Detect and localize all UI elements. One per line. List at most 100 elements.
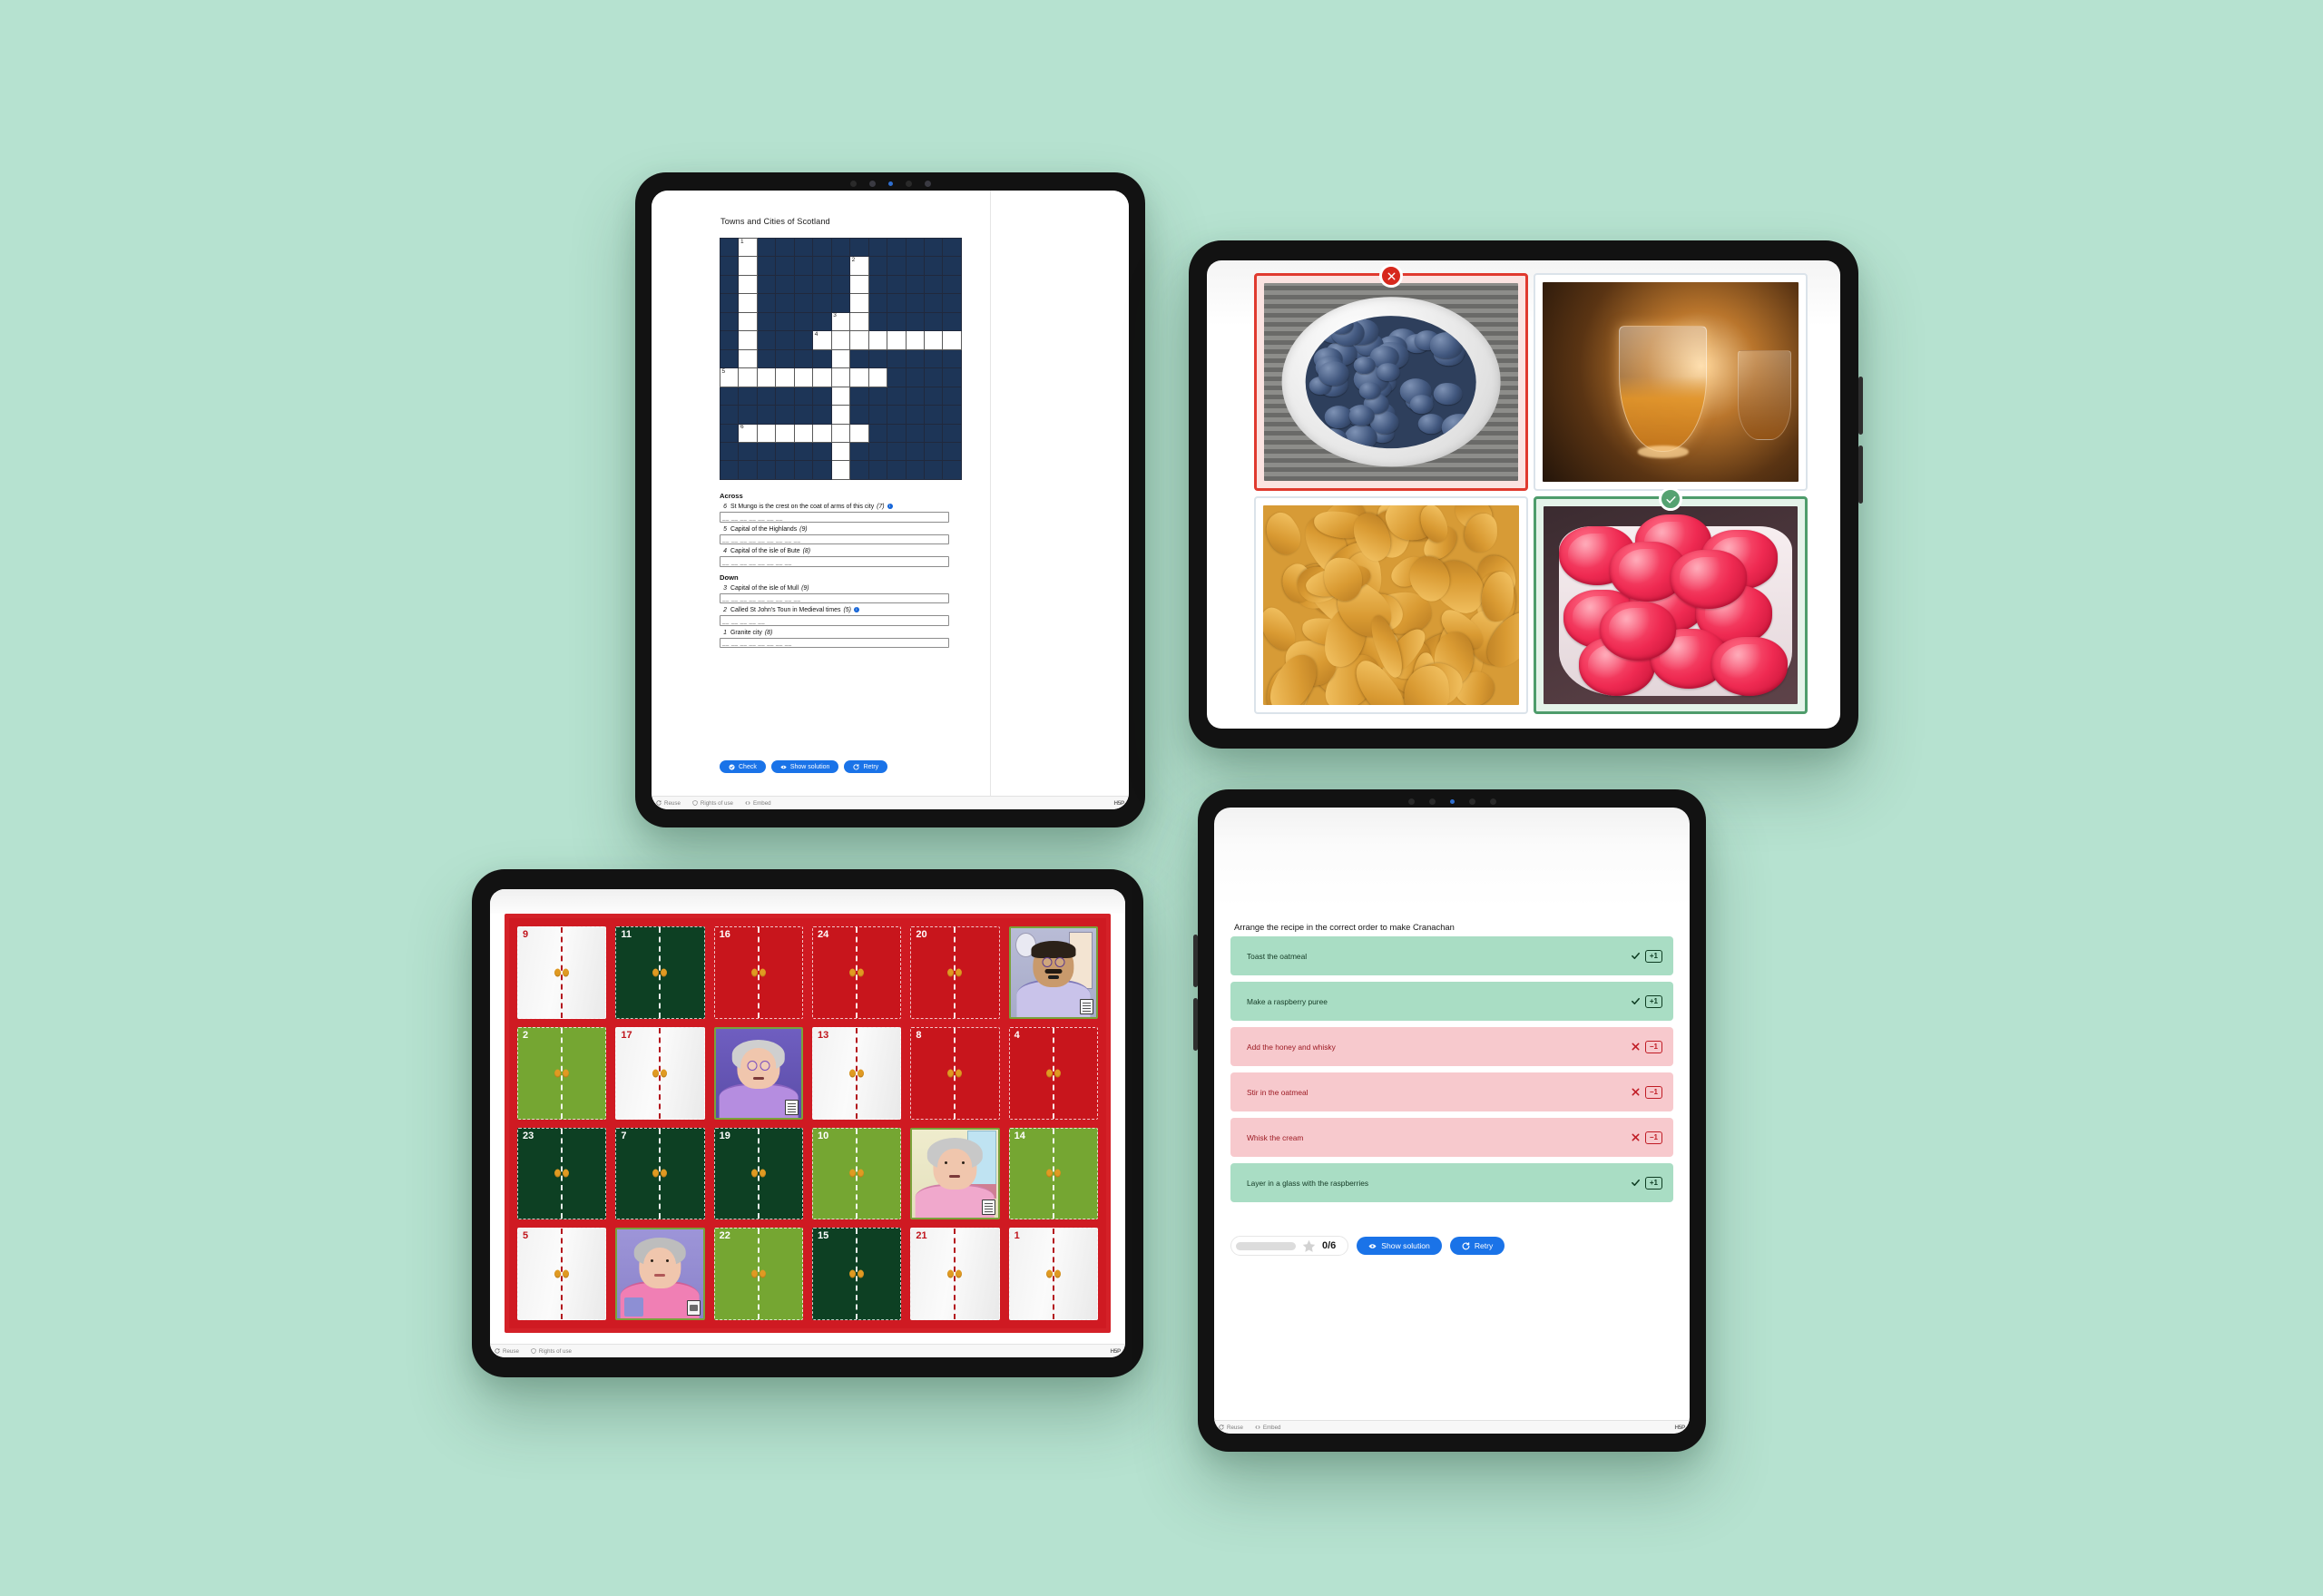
info-icon[interactable]: i — [887, 504, 893, 509]
sequence-item[interactable]: Make a raspberry puree +1 — [1230, 982, 1673, 1021]
image-choice-card-cornflakes[interactable] — [1254, 496, 1528, 714]
advent-door-9[interactable]: 9 — [517, 926, 607, 1019]
volume-button-down[interactable] — [1858, 446, 1863, 504]
crossword-cell[interactable] — [830, 460, 851, 480]
check-button[interactable]: Check — [720, 760, 766, 773]
crossword-cell[interactable] — [830, 330, 851, 350]
rights-action[interactable]: Rights of use — [531, 1348, 572, 1355]
advent-door-23[interactable]: 23 — [517, 1127, 607, 1220]
answer-input-across-6[interactable]: __ __ __ __ __ __ __ — [720, 512, 949, 523]
image-choice-card-raspberries[interactable] — [1534, 487, 1808, 714]
crossword-cell[interactable] — [942, 330, 962, 350]
crossword-cell[interactable] — [849, 330, 869, 350]
advent-door-20[interactable]: 20 — [910, 926, 1000, 1019]
advent-door-1[interactable]: 1 — [1008, 1228, 1098, 1320]
crossword-cell[interactable] — [793, 423, 814, 443]
crossword-grid-table[interactable]: 1 2 3 4 5 6 — [719, 237, 962, 480]
crossword-cell[interactable] — [867, 330, 888, 350]
reuse-action[interactable]: Reuse — [1219, 1425, 1243, 1431]
show-solution-button[interactable]: Show solution — [770, 760, 839, 773]
crossword-cell[interactable] — [830, 386, 851, 406]
info-icon[interactable]: i — [853, 607, 859, 612]
crossword-cell[interactable] — [738, 293, 758, 313]
reuse-action[interactable]: Reuse — [656, 800, 681, 807]
crossword-cell[interactable] — [812, 367, 832, 387]
sequence-item[interactable]: Layer in a glass with the raspberries +1 — [1230, 1163, 1673, 1202]
crossword-cell[interactable] — [905, 330, 925, 350]
advent-door-13[interactable]: 13 — [812, 1026, 902, 1120]
crossword-cell[interactable] — [738, 367, 758, 387]
crossword-cell[interactable] — [830, 348, 851, 369]
retry-button[interactable]: Retry — [1449, 1237, 1505, 1255]
crossword-cell[interactable] — [793, 367, 814, 387]
crossword-cell[interactable] — [923, 330, 944, 350]
embed-action[interactable]: Embed — [745, 800, 771, 807]
advent-door-4[interactable]: 4 — [1008, 1026, 1098, 1120]
volume-button-up[interactable] — [1193, 935, 1198, 987]
crossword-cell[interactable] — [756, 423, 777, 443]
crossword-cell[interactable] — [738, 330, 758, 350]
crossword-cell[interactable] — [775, 367, 795, 387]
sequence-item[interactable]: Stir in the oatmeal −1 — [1230, 1072, 1673, 1111]
advent-door-21[interactable]: 21 — [910, 1228, 1000, 1320]
rights-action[interactable]: Rights of use — [692, 800, 733, 807]
advent-door-22[interactable]: 22 — [713, 1228, 803, 1320]
crossword-cell[interactable] — [830, 405, 851, 425]
advent-door-10[interactable]: 10 — [812, 1127, 902, 1220]
answer-input-across-5[interactable]: __ __ __ __ __ __ __ __ __ — [720, 534, 949, 544]
crossword-cell[interactable] — [867, 367, 888, 387]
advent-door-open[interactable] — [615, 1228, 705, 1320]
crossword-cell[interactable] — [756, 367, 777, 387]
crossword-cell[interactable] — [775, 423, 795, 443]
crossword-cell[interactable] — [738, 274, 758, 295]
crossword-cell[interactable]: 1 — [738, 237, 758, 258]
crossword-cell[interactable] — [849, 293, 869, 313]
crossword-cell[interactable] — [849, 274, 869, 295]
reuse-action[interactable]: Reuse — [495, 1348, 519, 1355]
answer-input-across-4[interactable]: __ __ __ __ __ __ __ __ — [720, 556, 949, 567]
answer-input-down-2[interactable]: __ __ __ __ __ — [720, 615, 949, 626]
advent-door-19[interactable]: 19 — [713, 1127, 803, 1220]
volume-button-up[interactable] — [1858, 377, 1863, 435]
advent-door-5[interactable]: 5 — [517, 1228, 607, 1320]
crossword-cell[interactable]: 5 — [719, 367, 740, 387]
crossword-cell[interactable] — [830, 423, 851, 443]
image-choice-card-whisky-glass[interactable] — [1534, 273, 1808, 491]
sequence-item[interactable]: Add the honey and whisky −1 — [1230, 1027, 1673, 1066]
advent-door-15[interactable]: 15 — [812, 1228, 902, 1320]
crossword-grid[interactable]: 1 2 3 4 5 6 — [719, 237, 962, 480]
show-solution-button[interactable]: Show solution — [1357, 1237, 1442, 1255]
crossword-cell[interactable]: 6 — [738, 423, 758, 443]
crossword-cell[interactable] — [738, 256, 758, 276]
advent-door-2[interactable]: 2 — [517, 1026, 607, 1120]
crossword-cell[interactable] — [738, 311, 758, 332]
sequence-item[interactable]: Toast the oatmeal +1 — [1230, 936, 1673, 975]
advent-door-24[interactable]: 24 — [812, 926, 902, 1019]
advent-door-11[interactable]: 11 — [615, 926, 705, 1019]
advent-door-open[interactable] — [910, 1127, 1000, 1220]
embed-action[interactable]: Embed — [1255, 1425, 1281, 1431]
advent-door-8[interactable]: 8 — [910, 1026, 1000, 1120]
crossword-cell[interactable] — [849, 367, 869, 387]
crossword-cell[interactable] — [830, 441, 851, 462]
crossword-cell[interactable] — [738, 348, 758, 369]
sequence-item[interactable]: Whisk the cream −1 — [1230, 1118, 1673, 1157]
crossword-cell[interactable]: 4 — [812, 330, 832, 350]
image-choice-card-blueberries[interactable] — [1254, 264, 1528, 491]
volume-button-down[interactable] — [1193, 998, 1198, 1051]
crossword-cell[interactable] — [812, 423, 832, 443]
retry-button[interactable]: Retry — [844, 760, 888, 773]
advent-door-14[interactable]: 14 — [1008, 1127, 1098, 1220]
advent-door-open[interactable] — [1008, 926, 1098, 1019]
crossword-cell[interactable] — [887, 330, 907, 350]
crossword-cell[interactable]: 2 — [849, 256, 869, 276]
advent-door-open[interactable] — [713, 1026, 803, 1120]
crossword-cell[interactable]: 3 — [830, 311, 851, 332]
advent-door-16[interactable]: 16 — [713, 926, 803, 1019]
crossword-cell[interactable] — [849, 423, 869, 443]
advent-door-17[interactable]: 17 — [615, 1026, 705, 1120]
crossword-cell[interactable] — [849, 311, 869, 332]
crossword-cell[interactable] — [830, 367, 851, 387]
advent-door-7[interactable]: 7 — [615, 1127, 705, 1220]
answer-input-down-1[interactable]: __ __ __ __ __ __ __ __ — [720, 637, 949, 648]
